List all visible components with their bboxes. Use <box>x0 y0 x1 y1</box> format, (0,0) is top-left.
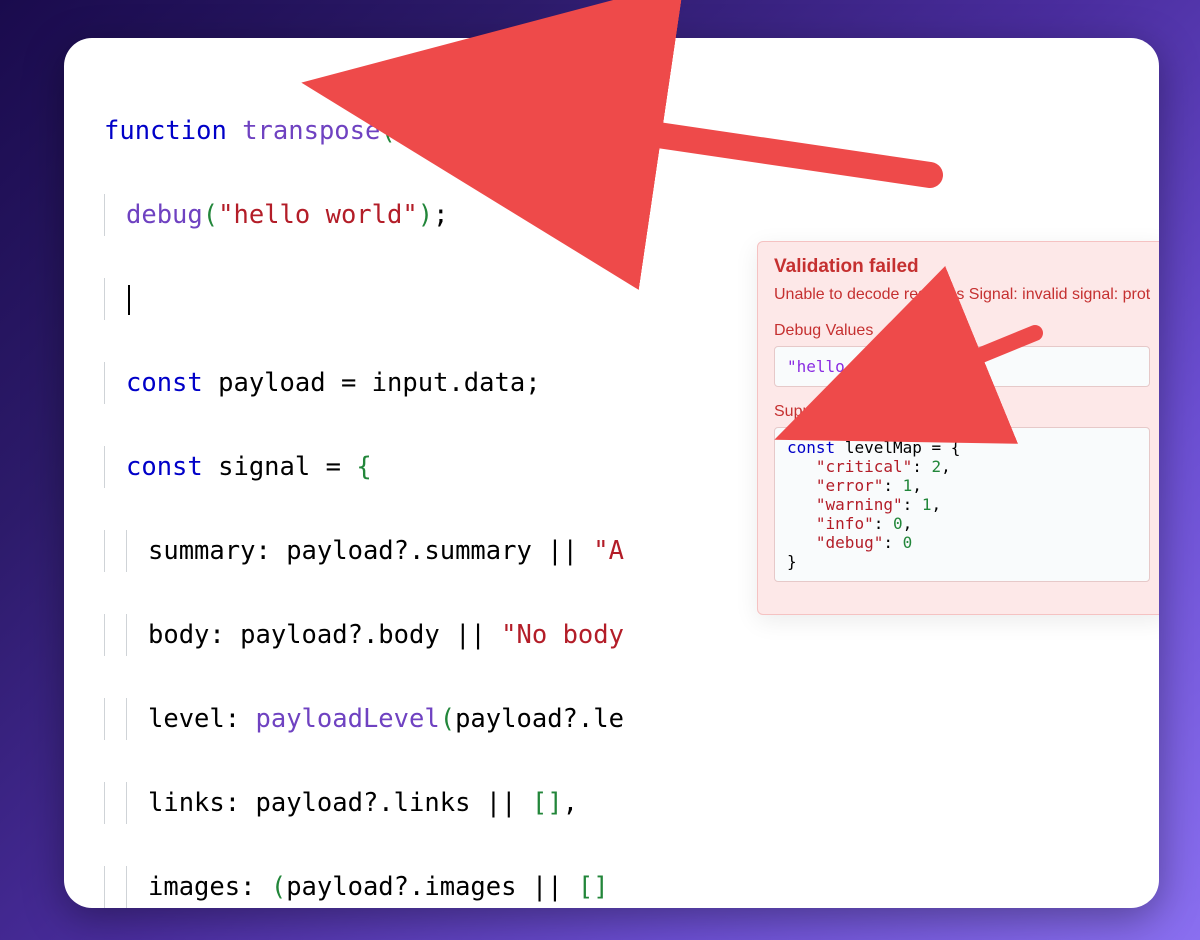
code-line-1: function transpose(input) { <box>104 110 1159 152</box>
validation-message: Unable to decode result as Signal: inval… <box>774 286 1150 304</box>
debug-values-label: Debug Values <box>774 322 1150 340</box>
open-brace-highlighted: { <box>503 116 520 146</box>
call-debug: debug <box>126 200 203 230</box>
function-name: transpose <box>242 116 380 146</box>
code-line-9: links: payload?.links || [], <box>104 782 1159 824</box>
keyword-function: function <box>104 116 227 146</box>
paren-close: ) <box>472 116 487 146</box>
supplied-function-box: const levelMap = { "critical": 2, "error… <box>774 427 1150 582</box>
debug-value: "hello world" <box>787 357 912 376</box>
param-name: input <box>396 116 473 146</box>
code-line-2: debug("hello world"); <box>104 194 1159 236</box>
supplied-function-label: Supplied Function <box>774 403 1150 421</box>
string-hello-world: "hello world" <box>218 200 418 230</box>
code-line-7: body: payload?.body || "No body <box>104 614 1159 656</box>
code-line-8: level: payloadLevel(payload?.le <box>104 698 1159 740</box>
paren-open: ( <box>380 116 395 146</box>
text-cursor <box>128 285 130 315</box>
validation-title: Validation failed <box>774 256 1150 278</box>
debug-values-box: "hello world" <box>774 346 1150 387</box>
validation-panel: Validation failed Unable to decode resul… <box>757 241 1159 615</box>
code-card: function transpose(input) { debug("hello… <box>64 38 1159 908</box>
code-line-10: images: (payload?.images || [] <box>104 866 1159 908</box>
